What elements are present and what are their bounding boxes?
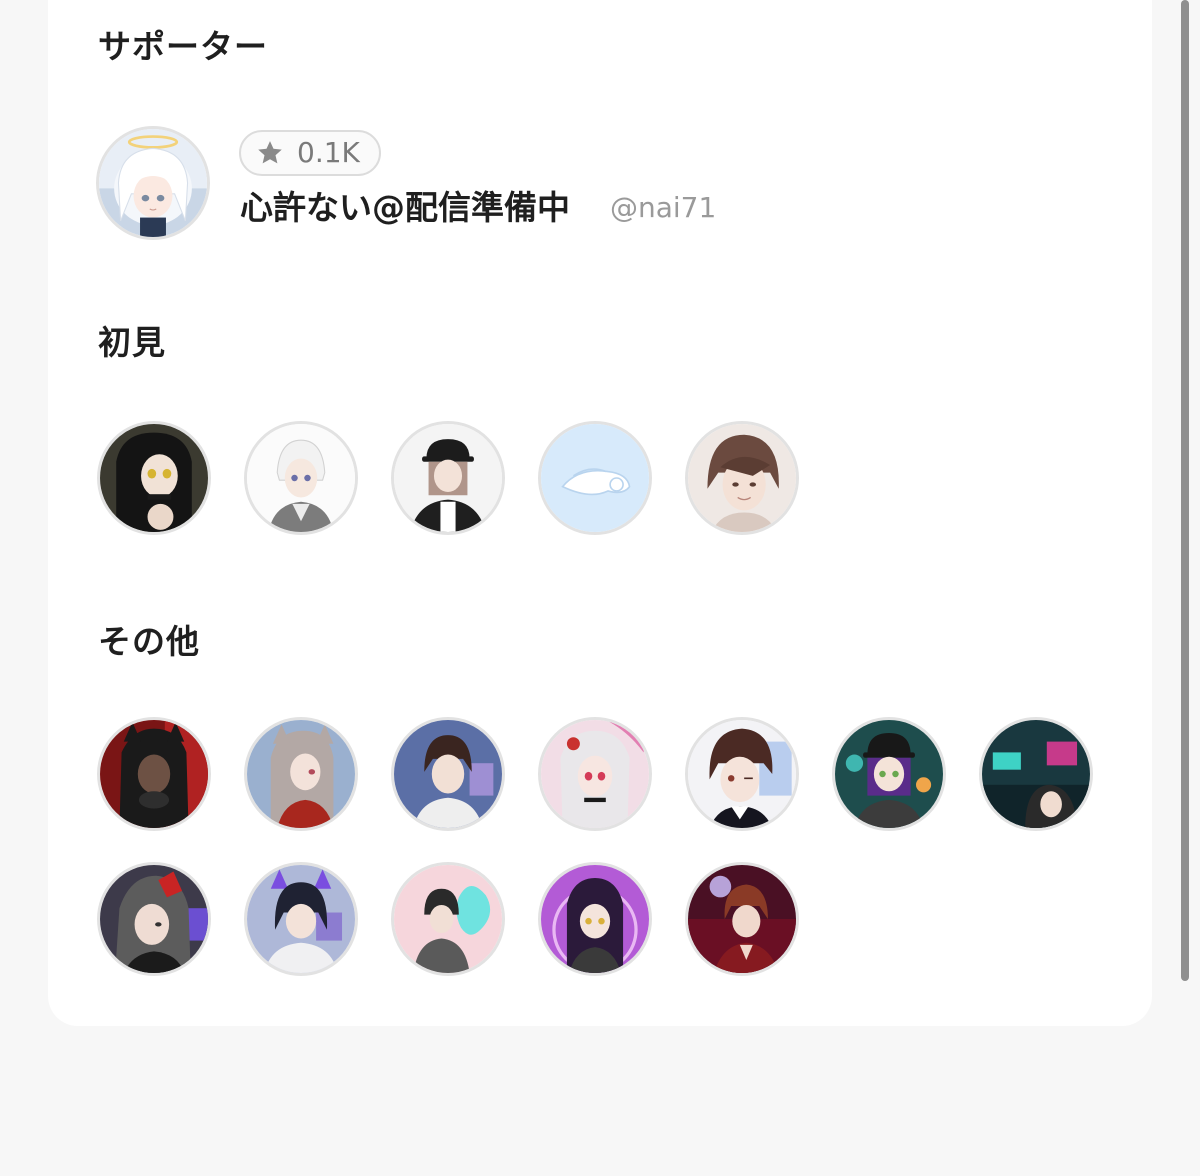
other-supporter-avatar[interactable] xyxy=(244,862,358,976)
first-viewer-avatar[interactable] xyxy=(685,421,799,535)
other-supporter-avatar[interactable] xyxy=(97,717,211,831)
other-supporter-avatar[interactable] xyxy=(685,862,799,976)
other-supporter-avatar[interactable] xyxy=(244,717,358,831)
other-supporter-avatar[interactable] xyxy=(685,717,799,831)
other-supporter-avatar[interactable] xyxy=(538,717,652,831)
section-title-first-viewers: 初見 xyxy=(98,323,166,362)
supporter-name[interactable]: 心許ない@配信準備中 xyxy=(240,189,570,226)
support-amount-badge: 0.1K xyxy=(239,130,381,176)
other-supporter-avatar[interactable] xyxy=(538,862,652,976)
first-viewer-avatar[interactable] xyxy=(538,421,652,535)
support-amount-value: 0.1K xyxy=(297,136,360,169)
other-supporter-avatar[interactable] xyxy=(391,862,505,976)
first-viewer-avatar[interactable] xyxy=(97,421,211,535)
scrollbar[interactable] xyxy=(1181,0,1189,981)
first-viewer-avatar[interactable] xyxy=(244,421,358,535)
section-title-supporter: サポーター xyxy=(98,27,268,66)
other-supporter-avatar[interactable] xyxy=(391,717,505,831)
supporter-avatar[interactable] xyxy=(96,126,210,240)
star-icon xyxy=(258,141,282,164)
section-title-others: その他 xyxy=(98,622,200,661)
other-supporter-avatar[interactable] xyxy=(97,862,211,976)
supporter-handle[interactable]: @nai71 xyxy=(610,192,716,224)
other-supporter-avatar[interactable] xyxy=(832,717,946,831)
first-viewer-avatar[interactable] xyxy=(391,421,505,535)
other-supporter-avatar[interactable] xyxy=(979,717,1093,831)
